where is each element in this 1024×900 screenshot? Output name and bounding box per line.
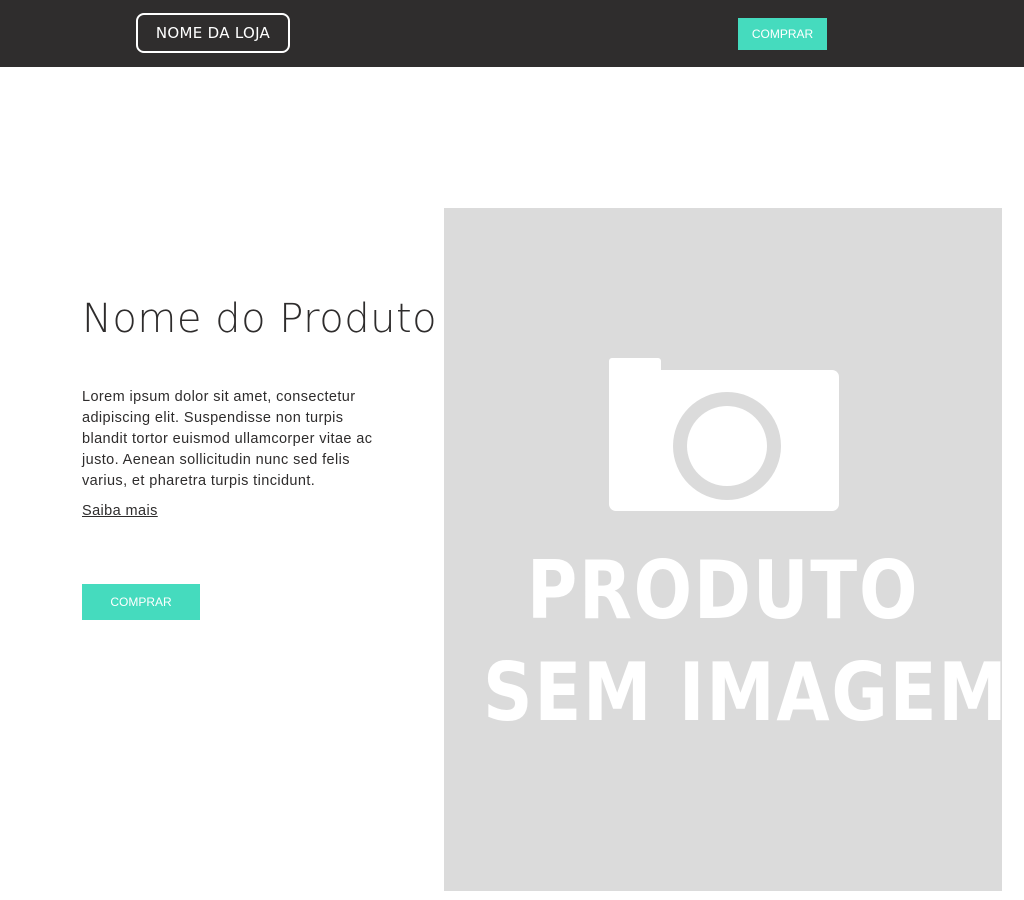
header-buy-button[interactable]: COMPRAR (738, 18, 827, 50)
camera-icon (609, 358, 839, 511)
store-name-logo[interactable]: NOME DA LOJA (136, 13, 290, 53)
learn-more-link[interactable]: Saiba mais (82, 503, 158, 519)
product-buy-button[interactable]: COMPRAR (82, 584, 200, 620)
product-title: Nome do Produto (82, 296, 438, 342)
top-bar: NOME DA LOJA COMPRAR (0, 0, 1024, 67)
product-description: Lorem ipsum dolor sit amet, consectetur … (82, 389, 373, 489)
product-image-placeholder: PRODUTO SEM IMAGEM (444, 208, 1002, 891)
no-image-text-line1: PRODUTO (526, 544, 920, 637)
no-image-text-line2: SEM IMAGEM (483, 646, 1002, 739)
